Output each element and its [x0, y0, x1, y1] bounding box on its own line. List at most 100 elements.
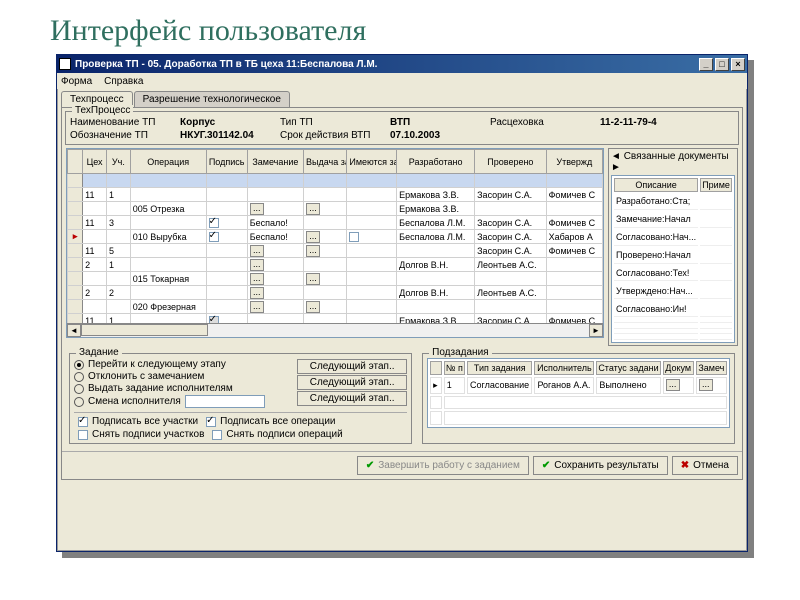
val-vtp: ВТП [390, 116, 490, 129]
sub-col-note[interactable]: Замеч [696, 361, 727, 375]
subtask-grid[interactable]: № п Тип задания Исполнитель Статус задан… [427, 358, 730, 428]
grid-row[interactable]: 115......Засорин С.А.Фомичев С [68, 244, 603, 258]
menu-help[interactable]: Справка [104, 76, 143, 87]
ellipsis-button[interactable]: ... [306, 231, 320, 243]
lbl-desig: Обозначение ТП [70, 129, 180, 142]
doc-ellipsis-button[interactable]: ... [666, 379, 680, 391]
related-row[interactable]: Утверждено:Нач... [614, 283, 732, 299]
grid-row[interactable]: 005 Отрезка......Ермакова З.В. [68, 202, 603, 216]
scroll-right-button[interactable]: ► [589, 324, 603, 337]
col-c9[interactable]: Проверено [475, 150, 546, 174]
menubar: Форма Справка [57, 73, 747, 89]
grid-hscroll[interactable]: ◄ ► [67, 323, 603, 337]
val-date: 07.10.2003 [390, 129, 490, 142]
finish-task-button[interactable]: ✔Завершить работу с заданием [357, 456, 529, 475]
maximize-button[interactable]: □ [715, 58, 729, 71]
sub-col-type[interactable]: Тип задания [467, 361, 532, 375]
col-c6[interactable]: Выдача задания [304, 150, 347, 174]
note-ellipsis-button[interactable]: ... [699, 379, 713, 391]
checkbox-icon[interactable] [209, 232, 219, 242]
radio-issue[interactable] [74, 384, 84, 394]
scroll-left-button[interactable]: ◄ [67, 324, 81, 337]
row-marker-icon [68, 244, 83, 258]
grid-row[interactable]: 21...Долгов В.Н.Леонтьев А.С. [68, 258, 603, 272]
sub-col-n[interactable]: № п [444, 361, 465, 375]
grid-row[interactable]: 111Ермакова З.В.Засорин С.А.Фомичев С [68, 188, 603, 202]
menu-form[interactable]: Форма [61, 76, 92, 87]
col-c8[interactable]: Разработано [397, 150, 475, 174]
ellipsis-button[interactable]: ... [250, 259, 264, 271]
group-related-docs: ◄ Связанные документы ► Описание Приме Р… [608, 148, 738, 346]
col-c1[interactable]: Цех [83, 150, 107, 174]
col-c7[interactable]: Имеются замечания [347, 150, 397, 174]
ellipsis-button[interactable]: ... [250, 273, 264, 285]
side-col-note[interactable]: Приме [700, 178, 732, 192]
chk-sign-all-ops[interactable] [206, 417, 216, 427]
main-grid[interactable]: ЦехУч.ОперацияПодписьЗамечаниеВыдача зад… [66, 148, 604, 338]
col-c4[interactable]: Подпись [206, 150, 247, 174]
ellipsis-button[interactable]: ... [250, 301, 264, 313]
cancel-button[interactable]: ✖Отмена [672, 456, 738, 475]
ellipsis-button[interactable]: ... [306, 203, 320, 215]
lbl-srok: Срок действия ВТП [280, 129, 390, 142]
footer-buttons: ✔Завершить работу с заданием ✔Сохранить … [62, 451, 742, 479]
radio-next-stage[interactable] [74, 360, 84, 370]
x-icon: ✖ [681, 460, 689, 471]
chk-remove-sign-ops[interactable] [212, 430, 222, 440]
grid-row[interactable]: 113Беспало!Беспалова Л.М.Засорин С.А.Фом… [68, 216, 603, 230]
sub-col-doc[interactable]: Докум [663, 361, 694, 375]
subtask-row[interactable]: ▸ 1 Согласование Роганов А.А. Выполнено … [430, 377, 727, 394]
val-korpus: Корпус [180, 116, 280, 129]
side-col-desc[interactable]: Описание [614, 178, 698, 192]
related-row[interactable]: Разработано:Ста; [614, 194, 732, 210]
group-tehprocess: ТехПроцесс Наименование ТП Корпус Тип ТП… [65, 111, 739, 145]
sub-col-status[interactable]: Статус задани [596, 361, 660, 375]
row-marker-icon: ▸ [68, 230, 83, 244]
ellipsis-button[interactable]: ... [250, 245, 264, 257]
col-c5[interactable]: Замечание [247, 150, 303, 174]
related-row[interactable]: Согласовано:Нач... [614, 230, 732, 246]
ellipsis-button[interactable]: ... [306, 273, 320, 285]
related-row[interactable]: Согласовано:Ин! [614, 301, 732, 317]
radio-change-exec[interactable] [74, 397, 84, 407]
col-c2[interactable]: Уч. [106, 150, 130, 174]
row-marker-icon [68, 272, 83, 286]
close-button[interactable]: × [731, 58, 745, 71]
grid-row[interactable]: 020 Фрезерная...... [68, 300, 603, 314]
ellipsis-button[interactable]: ... [250, 203, 264, 215]
checkbox-icon[interactable] [209, 218, 219, 228]
related-row[interactable]: Замечание:Начал [614, 212, 732, 228]
tab-razreshenie[interactable]: Разрешение технологическое [134, 91, 290, 107]
col-c10[interactable]: Утвержд [546, 150, 602, 174]
next-stage-button-3[interactable]: Следующий этап.. [297, 391, 407, 406]
row-marker-icon [68, 286, 83, 300]
val-rasc: 11-2-11-79-4 [600, 116, 700, 129]
minimize-button[interactable]: _ [699, 58, 713, 71]
val-desig: НКУГ.301142.04 [180, 129, 280, 142]
next-stage-button-1[interactable]: Следующий этап.. [297, 359, 407, 374]
save-results-button[interactable]: ✔Сохранить результаты [533, 456, 668, 475]
ellipsis-button[interactable]: ... [250, 287, 264, 299]
lbl-type: Тип ТП [280, 116, 390, 129]
chk-remove-sign-parts[interactable] [78, 430, 88, 440]
ellipsis-button[interactable]: ... [306, 301, 320, 313]
grid-row[interactable]: ▸010 ВырубкаБеспало!...Беспалова Л.М.Зас… [68, 230, 603, 244]
col-c3[interactable]: Операция [130, 150, 206, 174]
chk-sign-all-parts[interactable] [78, 417, 88, 427]
radio-reject[interactable] [74, 372, 84, 382]
executor-combo[interactable] [185, 395, 265, 408]
related-row[interactable]: Согласовано:Тех! [614, 266, 732, 282]
ellipsis-button[interactable]: ... [306, 245, 320, 257]
sub-col-exec[interactable]: Исполнитель [534, 361, 594, 375]
check-icon: ✔ [542, 460, 550, 471]
grid-row[interactable]: 22...Долгов В.Н.Леонтьев А.С. [68, 286, 603, 300]
grid-row[interactable] [68, 174, 603, 188]
next-stage-button-2[interactable]: Следующий этап.. [297, 375, 407, 390]
checkbox-icon[interactable] [349, 232, 359, 242]
check-icon: ✔ [366, 460, 374, 471]
col-c0[interactable] [68, 150, 83, 174]
grid-row[interactable]: 015 Токарная...... [68, 272, 603, 286]
related-row[interactable]: Проверено:Начал [614, 248, 732, 264]
row-marker-icon: ▸ [430, 377, 442, 394]
related-grid[interactable]: Описание Приме Разработано:Ста; Замечание… [611, 175, 735, 343]
